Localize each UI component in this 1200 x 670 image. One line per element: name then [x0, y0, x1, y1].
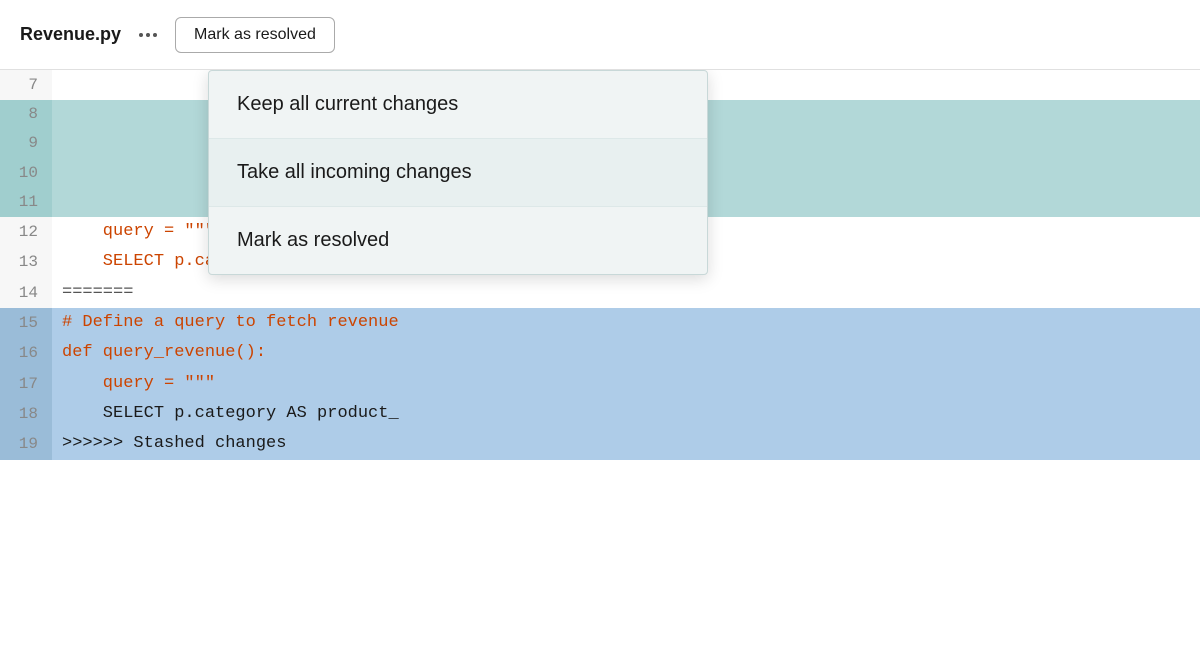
line-number: 11 — [0, 188, 52, 217]
line-number: 19 — [0, 429, 52, 459]
line-number: 18 — [0, 399, 52, 429]
table-row: 14 ======= — [0, 278, 1200, 308]
dots-menu-button[interactable] — [133, 29, 163, 41]
line-code: def query_revenue(): — [52, 338, 1200, 368]
dot-icon — [153, 33, 157, 37]
code-area: Keep all current changes Take all incomi… — [0, 70, 1200, 670]
line-code: SELECT p.category AS product_ — [52, 399, 1200, 429]
line-code: ======= — [52, 278, 1200, 308]
line-number: 9 — [0, 129, 52, 158]
line-code: # Define a query to fetch revenue — [52, 308, 1200, 338]
editor-container: Revenue.py Mark as resolved Keep all cur… — [0, 0, 1200, 670]
table-row: 19 >>>>>> Stashed changes — [0, 429, 1200, 459]
dot-icon — [139, 33, 143, 37]
line-number: 8 — [0, 100, 52, 129]
mark-resolved-item[interactable]: Mark as resolved — [209, 207, 707, 274]
line-number: 10 — [0, 158, 52, 188]
table-row: 15 # Define a query to fetch revenue — [0, 308, 1200, 338]
line-code: >>>>>> Stashed changes — [52, 429, 1200, 459]
table-row: 16 def query_revenue(): — [0, 338, 1200, 368]
dot-icon — [146, 33, 150, 37]
header-bar: Revenue.py Mark as resolved — [0, 0, 1200, 70]
take-incoming-changes-item[interactable]: Take all incoming changes — [209, 139, 707, 207]
keep-current-changes-item[interactable]: Keep all current changes — [209, 71, 707, 139]
line-number: 16 — [0, 338, 52, 368]
table-row: 17 query = """ — [0, 369, 1200, 399]
line-number: 7 — [0, 70, 52, 100]
table-row: 18 SELECT p.category AS product_ — [0, 399, 1200, 429]
mark-as-resolved-button[interactable]: Mark as resolved — [175, 17, 335, 53]
conflict-dropdown-menu: Keep all current changes Take all incomi… — [208, 70, 708, 275]
file-name: Revenue.py — [20, 24, 121, 45]
line-number: 17 — [0, 369, 52, 399]
line-number: 15 — [0, 308, 52, 338]
line-code: query = """ — [52, 369, 1200, 399]
line-number: 14 — [0, 278, 52, 308]
line-number: 12 — [0, 217, 52, 247]
line-number: 13 — [0, 247, 52, 277]
